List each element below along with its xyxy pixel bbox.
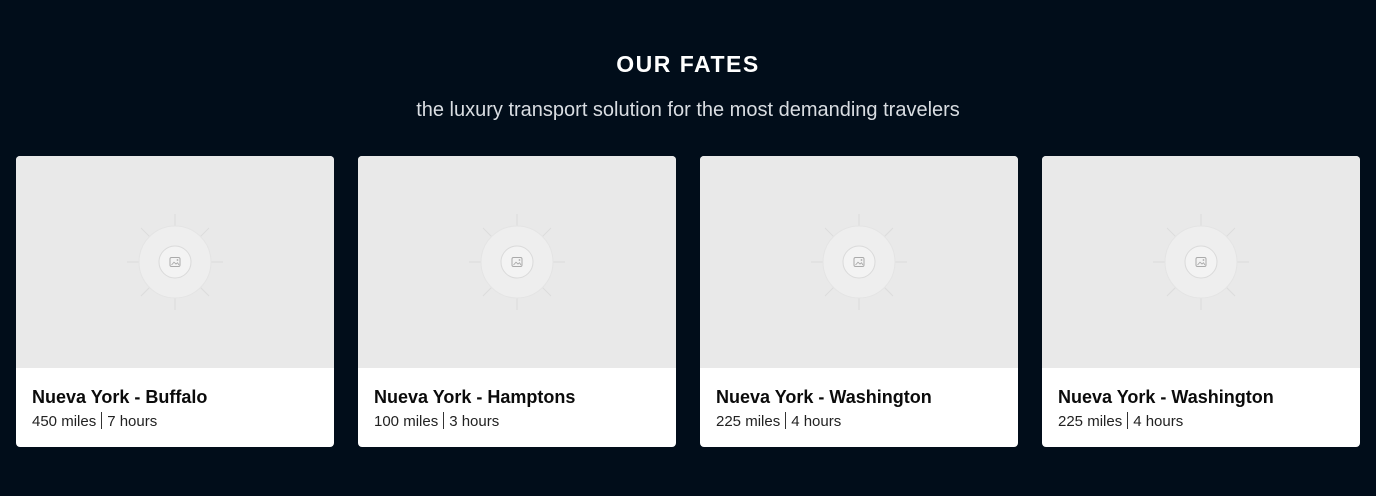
meta-divider — [785, 412, 787, 429]
destinations-section: OUR FATES the luxury transport solution … — [0, 0, 1376, 496]
card-title: Nueva York - Buffalo — [32, 387, 208, 407]
card-duration: 3 hours — [449, 413, 500, 430]
meta-divider — [101, 412, 103, 429]
card-distance: 100 miles — [374, 413, 439, 430]
card-image-placeholder[interactable] — [700, 156, 1018, 368]
meta-divider — [1127, 412, 1129, 429]
image-placeholder-icon — [469, 214, 565, 310]
meta-divider — [443, 412, 445, 429]
card-meta: 225 miles 4 hours — [1058, 412, 1183, 432]
image-placeholder-icon — [127, 214, 223, 310]
card-image-placeholder[interactable] — [358, 156, 676, 368]
card-title: Nueva York - Washington — [1058, 387, 1274, 407]
card-image-placeholder[interactable] — [1042, 156, 1360, 368]
destination-cards: Nueva York - Buffalo 450 miles 7 hours N… — [16, 156, 1360, 448]
image-placeholder-icon — [1153, 214, 1249, 310]
card-duration: 4 hours — [791, 413, 842, 430]
card-distance: 225 miles — [1058, 413, 1123, 430]
section-title: OUR FATES — [616, 51, 760, 77]
card-duration: 7 hours — [107, 413, 158, 430]
card-image-placeholder[interactable] — [16, 156, 334, 368]
destination-card[interactable]: Nueva York - Washington 225 miles 4 hours — [700, 156, 1018, 447]
image-placeholder-icon — [811, 214, 907, 310]
section-subtitle: the luxury transport solution for the mo… — [416, 99, 960, 121]
card-meta: 450 miles 7 hours — [32, 412, 157, 432]
card-meta: 225 miles 4 hours — [716, 412, 841, 432]
card-distance: 450 miles — [32, 413, 97, 430]
destination-card[interactable]: Nueva York - Buffalo 450 miles 7 hours — [16, 156, 334, 447]
destination-card[interactable]: Nueva York - Hamptons 100 miles 3 hours — [358, 156, 676, 447]
card-duration: 4 hours — [1133, 413, 1184, 430]
destination-card[interactable]: Nueva York - Washington 225 miles 4 hours — [1042, 156, 1360, 447]
card-title: Nueva York - Hamptons — [374, 387, 576, 407]
card-meta: 100 miles 3 hours — [374, 412, 499, 432]
card-distance: 225 miles — [716, 413, 781, 430]
card-title: Nueva York - Washington — [716, 387, 932, 407]
